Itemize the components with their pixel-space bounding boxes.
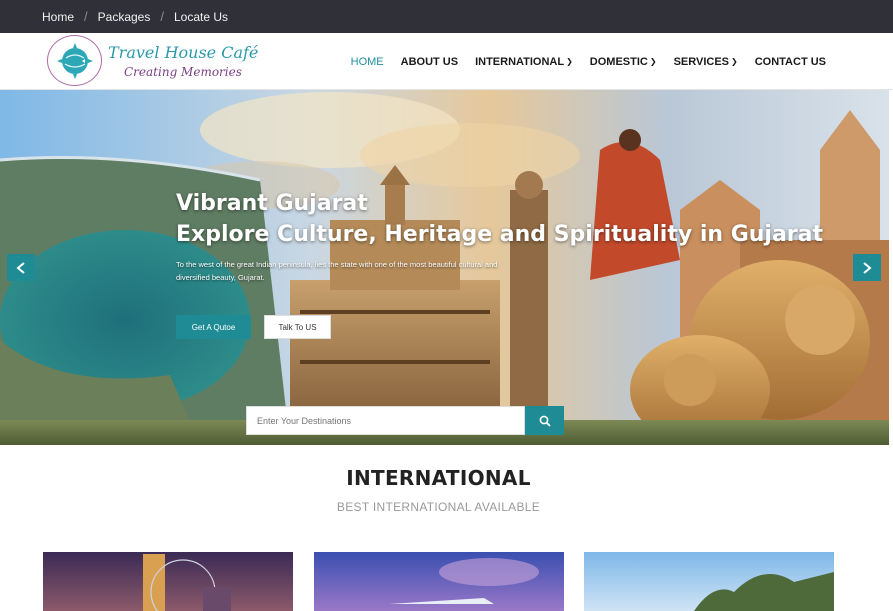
nav-item-contact-us[interactable]: CONTACT US <box>755 56 826 68</box>
chevron-down-icon: ❯ <box>566 57 573 66</box>
brand-title: Travel House Café <box>108 42 259 62</box>
slider-prev-button[interactable] <box>7 254 35 281</box>
talk-to-us-button[interactable]: Talk To US <box>264 315 331 339</box>
search-icon <box>539 415 551 427</box>
slider-next-button[interactable] <box>853 254 881 281</box>
topbar-link-packages[interactable]: Packages <box>98 10 151 24</box>
international-card[interactable] <box>314 552 564 611</box>
site-logo[interactable]: Travel House Café Creating Memories <box>47 35 258 86</box>
nav-item-services[interactable]: SERVICES ❯ <box>674 56 738 68</box>
section-subtitle: BEST INTERNATIONAL AVAILABLE <box>336 500 541 514</box>
nav-item-about-us[interactable]: ABOUT US <box>401 56 458 68</box>
search-button[interactable] <box>525 406 564 435</box>
top-bar: Home / Packages / Locate Us <box>0 0 893 33</box>
breadcrumb-separator: / <box>160 9 164 24</box>
hero-slider: Vibrant Gujarat Explore Culture, Heritag… <box>0 90 889 445</box>
hero-description: To the west of the great Indian peninsul… <box>176 260 498 282</box>
chevron-right-icon <box>863 261 872 274</box>
section-title: INTERNATIONAL <box>346 466 531 490</box>
international-card[interactable] <box>43 552 293 611</box>
destination-search <box>246 406 564 435</box>
nav-item-domestic[interactable]: DOMESTIC ❯ <box>590 56 657 68</box>
card-image <box>314 552 564 611</box>
card-image <box>43 552 293 611</box>
nav-item-home[interactable]: HOME <box>351 56 384 68</box>
hero-heading: Vibrant Gujarat Explore Culture, Heritag… <box>176 188 823 250</box>
card-image <box>584 552 834 611</box>
main-nav: HOME ABOUT US INTERNATIONAL ❯ DOMESTIC ❯ S… <box>334 33 826 90</box>
globe-plane-icon <box>47 35 102 86</box>
international-card[interactable] <box>584 552 834 611</box>
get-a-quote-button[interactable]: Get A Qutoe <box>176 315 251 339</box>
chevron-down-icon: ❯ <box>731 57 738 66</box>
brand-tagline: Creating Memories <box>124 64 242 79</box>
hero-title-line2: Explore Culture, Heritage and Spirituali… <box>176 222 824 247</box>
site-header: Travel House Café Creating Memories HOME… <box>0 33 893 90</box>
chevron-down-icon: ❯ <box>649 57 657 66</box>
topbar-link-home[interactable]: Home <box>42 10 74 24</box>
hero-title-line1: Vibrant Gujarat <box>176 191 368 216</box>
topbar-link-locate-us[interactable]: Locate Us <box>174 10 228 24</box>
breadcrumb-separator: / <box>84 9 88 24</box>
nav-item-international[interactable]: INTERNATIONAL ❯ <box>475 56 573 68</box>
destination-search-input[interactable] <box>246 406 525 435</box>
chevron-left-icon <box>16 261 25 274</box>
